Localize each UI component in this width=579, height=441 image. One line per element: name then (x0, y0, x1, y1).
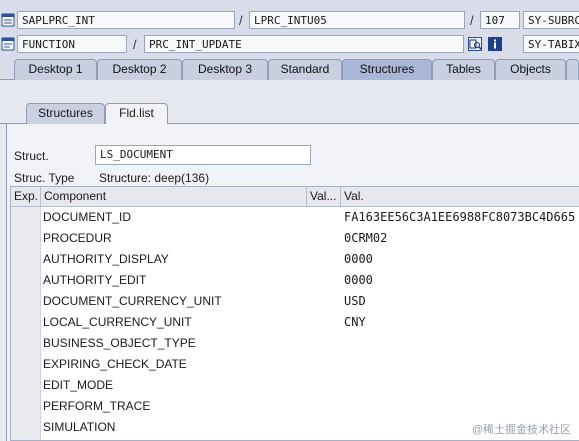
header-component[interactable]: Component (41, 187, 307, 207)
table-row[interactable]: EDIT_MODE (11, 375, 579, 396)
table-row[interactable]: EXPIRING_CHECK_DATE (11, 354, 579, 375)
value-cell: FA163EE56C3A1EE6988FC8073BC4D665 (344, 210, 576, 224)
line-number-field[interactable]: 107 (480, 11, 520, 29)
table-row[interactable]: PROCEDUR 0CRM02 (11, 228, 579, 249)
value-cell: 0CRM02 (344, 231, 388, 245)
table-row[interactable]: AUTHORITY_DISPLAY 0000 (11, 249, 579, 270)
value-cell: USD (344, 294, 366, 308)
table-row[interactable]: PERFORM_TRACE (11, 396, 579, 417)
sysfield-subrc[interactable]: SY-SUBRC (523, 11, 579, 29)
function-row: FUNCTION / PRC_INT_UPDATE SY-TABIX (0, 35, 579, 55)
table-row[interactable]: AUTHORITY_EDIT 0000 (11, 270, 579, 291)
struct-type-label: Struc. Type (14, 171, 75, 185)
tab-structures[interactable]: Structures (342, 59, 432, 80)
component-cell: AUTHORITY_EDIT (43, 273, 147, 287)
component-cell: DOCUMENT_CURRENCY_UNIT (43, 294, 222, 308)
component-cell: DOCUMENT_ID (43, 210, 132, 224)
function-icon (1, 37, 15, 51)
type-field[interactable]: FUNCTION (17, 35, 127, 53)
tab-desktop-1[interactable]: Desktop 1 (14, 59, 97, 80)
struct-input[interactable]: LS_DOCUMENT (95, 145, 311, 165)
component-cell: EXPIRING_CHECK_DATE (43, 357, 187, 371)
component-cell: AUTHORITY_DISPLAY (43, 252, 169, 266)
include-field[interactable]: LPRC_INTU05 (249, 11, 465, 29)
tab-overflow[interactable] (566, 59, 579, 80)
separator-slash: / (470, 13, 474, 28)
program-row: SAPLPRC_INT / LPRC_INTU05 / 107 SY-SUBRC (0, 11, 579, 31)
component-cell: BUSINESS_OBJECT_TYPE (43, 336, 196, 350)
program-icon (1, 13, 15, 27)
table-row[interactable]: DOCUMENT_ID FA163EE56C3A1EE6988FC8073BC4… (11, 207, 579, 228)
subtab-field-list[interactable]: Fld.list (105, 103, 168, 125)
struct-label: Struct. (14, 149, 49, 163)
field-list-panel: Struct. LS_DOCUMENT Struc. Type Structur… (6, 124, 579, 441)
value-cell: 0000 (344, 273, 373, 287)
component-cell: LOCAL_CURRENCY_UNIT (43, 315, 192, 329)
separator-slash: / (239, 13, 243, 28)
component-cell: PROCEDUR (43, 231, 112, 245)
display-object-icon[interactable] (468, 37, 482, 51)
sub-tab-bar: Structures Fld.list (0, 102, 579, 125)
separator-slash: / (133, 37, 137, 52)
table-row[interactable]: BUSINESS_OBJECT_TYPE (11, 333, 579, 354)
value-cell: CNY (344, 315, 366, 329)
program-field[interactable]: SAPLPRC_INT (17, 11, 235, 29)
watermark: @稀土掘金技术社区 (471, 424, 571, 436)
header-val-short[interactable]: Val... (307, 187, 341, 207)
content-area: Structures Fld.list Struct. LS_DOCUMENT … (0, 80, 579, 441)
function-name-field[interactable]: PRC_INT_UPDATE (144, 35, 464, 53)
header-val[interactable]: Val. (341, 187, 579, 207)
component-cell: EDIT_MODE (43, 378, 114, 392)
header-exp[interactable]: Exp. (11, 187, 41, 207)
struct-type-value: Structure: deep(136) (99, 171, 210, 185)
sysfield-tabix[interactable]: SY-TABIX (523, 35, 579, 53)
component-cell: SIMULATION (43, 420, 116, 434)
tab-desktop-3[interactable]: Desktop 3 (182, 59, 268, 80)
main-tab-bar: Desktop 1 Desktop 2 Desktop 3 Standard S… (0, 58, 579, 80)
tab-desktop-2[interactable]: Desktop 2 (97, 59, 182, 80)
tab-tables[interactable]: Tables (432, 59, 495, 80)
value-cell: 0000 (344, 252, 373, 266)
tab-standard[interactable]: Standard (268, 59, 342, 80)
grid-header: Exp. Component Val... Val. (11, 187, 579, 207)
component-grid: Exp. Component Val... Val. DOCUMENT_ID F… (10, 186, 579, 441)
component-cell: PERFORM_TRACE (43, 399, 151, 413)
info-icon[interactable] (488, 37, 502, 51)
tab-objects[interactable]: Objects (495, 59, 566, 80)
subtab-structures[interactable]: Structures (26, 103, 105, 124)
table-row[interactable]: DOCUMENT_CURRENCY_UNIT USD (11, 291, 579, 312)
table-row[interactable]: LOCAL_CURRENCY_UNIT CNY (11, 312, 579, 333)
